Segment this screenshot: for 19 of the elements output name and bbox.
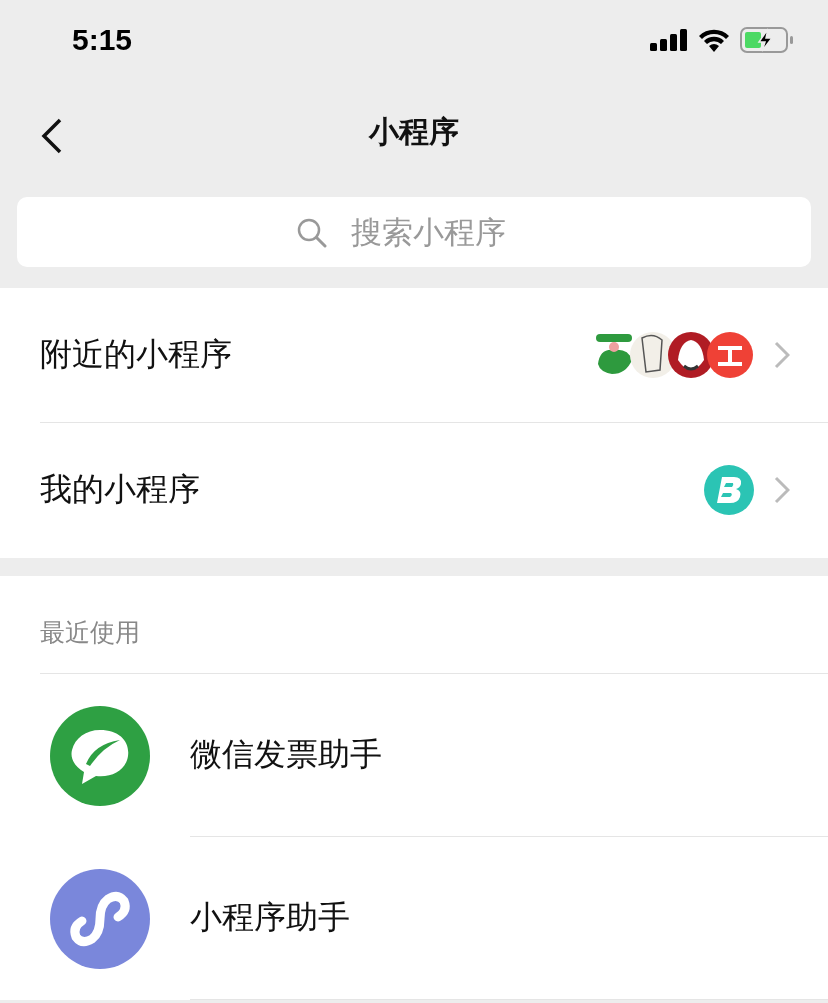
app-logo-icon bbox=[50, 868, 150, 969]
battery-charging-icon bbox=[740, 27, 794, 53]
chevron-right-icon bbox=[774, 341, 790, 369]
recent-app-item[interactable]: 小程序助手 bbox=[40, 837, 828, 1000]
app-logo-icon bbox=[704, 465, 754, 515]
row-label: 我的小程序 bbox=[40, 469, 201, 510]
page-title: 小程序 bbox=[369, 113, 459, 151]
app-name: 小程序助手 bbox=[190, 897, 350, 938]
chevron-right-icon bbox=[774, 476, 790, 504]
app-logo-icon bbox=[50, 705, 150, 806]
recent-app-item[interactable]: 微信发票助手 bbox=[40, 674, 828, 837]
wifi-icon bbox=[698, 28, 730, 52]
search-field[interactable]: 搜索小程序 bbox=[17, 197, 811, 267]
search-icon bbox=[297, 218, 327, 248]
app-name: 微信发票助手 bbox=[190, 734, 382, 775]
row-label: 附近的小程序 bbox=[40, 334, 233, 375]
signal-icon bbox=[650, 29, 688, 51]
clock-time: 5:15 bbox=[72, 23, 133, 57]
section-header: 最近使用 bbox=[40, 576, 828, 674]
